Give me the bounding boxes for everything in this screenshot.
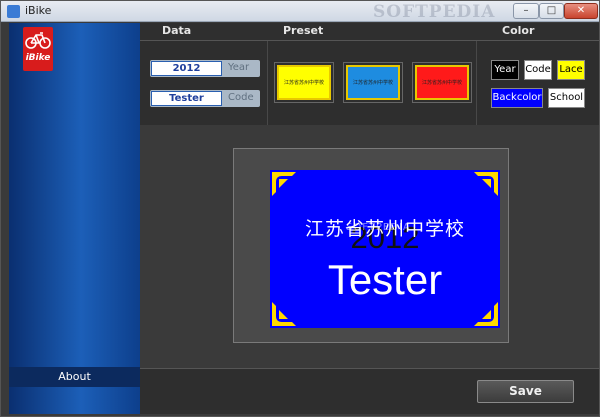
title-bar[interactable]: iBike SOFTPEDIA – □ ✕ <box>1 1 599 22</box>
app-window: iBike SOFTPEDIA – □ ✕ iBike About Data P… <box>0 0 600 417</box>
close-button[interactable]: ✕ <box>564 3 598 19</box>
school-color-button[interactable]: School <box>548 88 585 108</box>
minimize-icon: – <box>523 5 529 16</box>
data-section: Year Code <box>140 41 268 125</box>
maximize-icon: □ <box>546 5 557 16</box>
preview-code: Tester <box>327 256 443 303</box>
preset-card: 江苏省苏州中学校 <box>277 65 331 100</box>
preset-yellow[interactable]: 江苏省苏州中学校 <box>274 62 334 103</box>
year-color-button[interactable]: Year <box>491 60 519 80</box>
window-title: iBike <box>25 4 52 17</box>
sidebar: iBike About <box>9 23 140 414</box>
color-section: Year Code Lace Backcolor School <box>477 41 599 125</box>
backcolor-button[interactable]: Backcolor <box>491 88 543 108</box>
section-headers: Data Preset Color <box>140 23 599 41</box>
save-button[interactable]: Save <box>477 380 574 403</box>
preview-watermark: SOFTPEDIA <box>346 222 411 233</box>
preset-section: 江苏省苏州中学校 江苏省苏州中学校 江苏省苏州中学校 <box>268 41 477 125</box>
maximize-button[interactable]: □ <box>539 3 564 19</box>
preset-card: 江苏省苏州中学校 <box>415 65 469 100</box>
lace-corner-icon <box>272 302 296 326</box>
code-color-button[interactable]: Code <box>524 60 552 80</box>
color-header: Color <box>502 24 535 37</box>
code-input[interactable] <box>151 91 222 106</box>
about-button[interactable]: About <box>9 367 140 387</box>
year-field: Year <box>150 60 260 77</box>
lace-color-button[interactable]: Lace <box>557 60 585 80</box>
watermark-text: SOFTPEDIA <box>373 2 496 22</box>
certificate-preview: 2012 江苏省苏州中学校 SOFTPEDIA Tester <box>270 170 500 328</box>
preset-school-text: 江苏省苏州中学校 <box>421 80 462 86</box>
data-header: Data <box>162 24 192 37</box>
lace-corner-icon <box>474 302 498 326</box>
ibike-logo: iBike <box>23 27 53 71</box>
preset-school-text: 江苏省苏州中学校 <box>352 80 393 86</box>
code-field: Code <box>150 90 260 107</box>
code-label: Code <box>228 92 254 103</box>
preset-blue[interactable]: 江苏省苏州中学校 <box>343 62 403 103</box>
lace-corner-icon <box>474 172 498 196</box>
logo-text: iBike <box>25 53 51 63</box>
footer-bar: Save <box>140 368 599 414</box>
year-label: Year <box>228 62 250 73</box>
bicycle-icon <box>25 32 51 49</box>
year-input[interactable] <box>151 61 222 76</box>
app-icon <box>7 5 20 18</box>
preset-school-text: 江苏省苏州中学校 <box>283 80 324 86</box>
close-icon: ✕ <box>576 5 586 16</box>
preset-red[interactable]: 江苏省苏州中学校 <box>412 62 472 103</box>
lace-corner-icon <box>272 172 296 196</box>
preset-card: 江苏省苏州中学校 <box>346 65 400 100</box>
preset-header: Preset <box>283 24 324 37</box>
minimize-button[interactable]: – <box>513 3 539 19</box>
preview-frame: 2012 江苏省苏州中学校 SOFTPEDIA Tester <box>233 148 509 343</box>
